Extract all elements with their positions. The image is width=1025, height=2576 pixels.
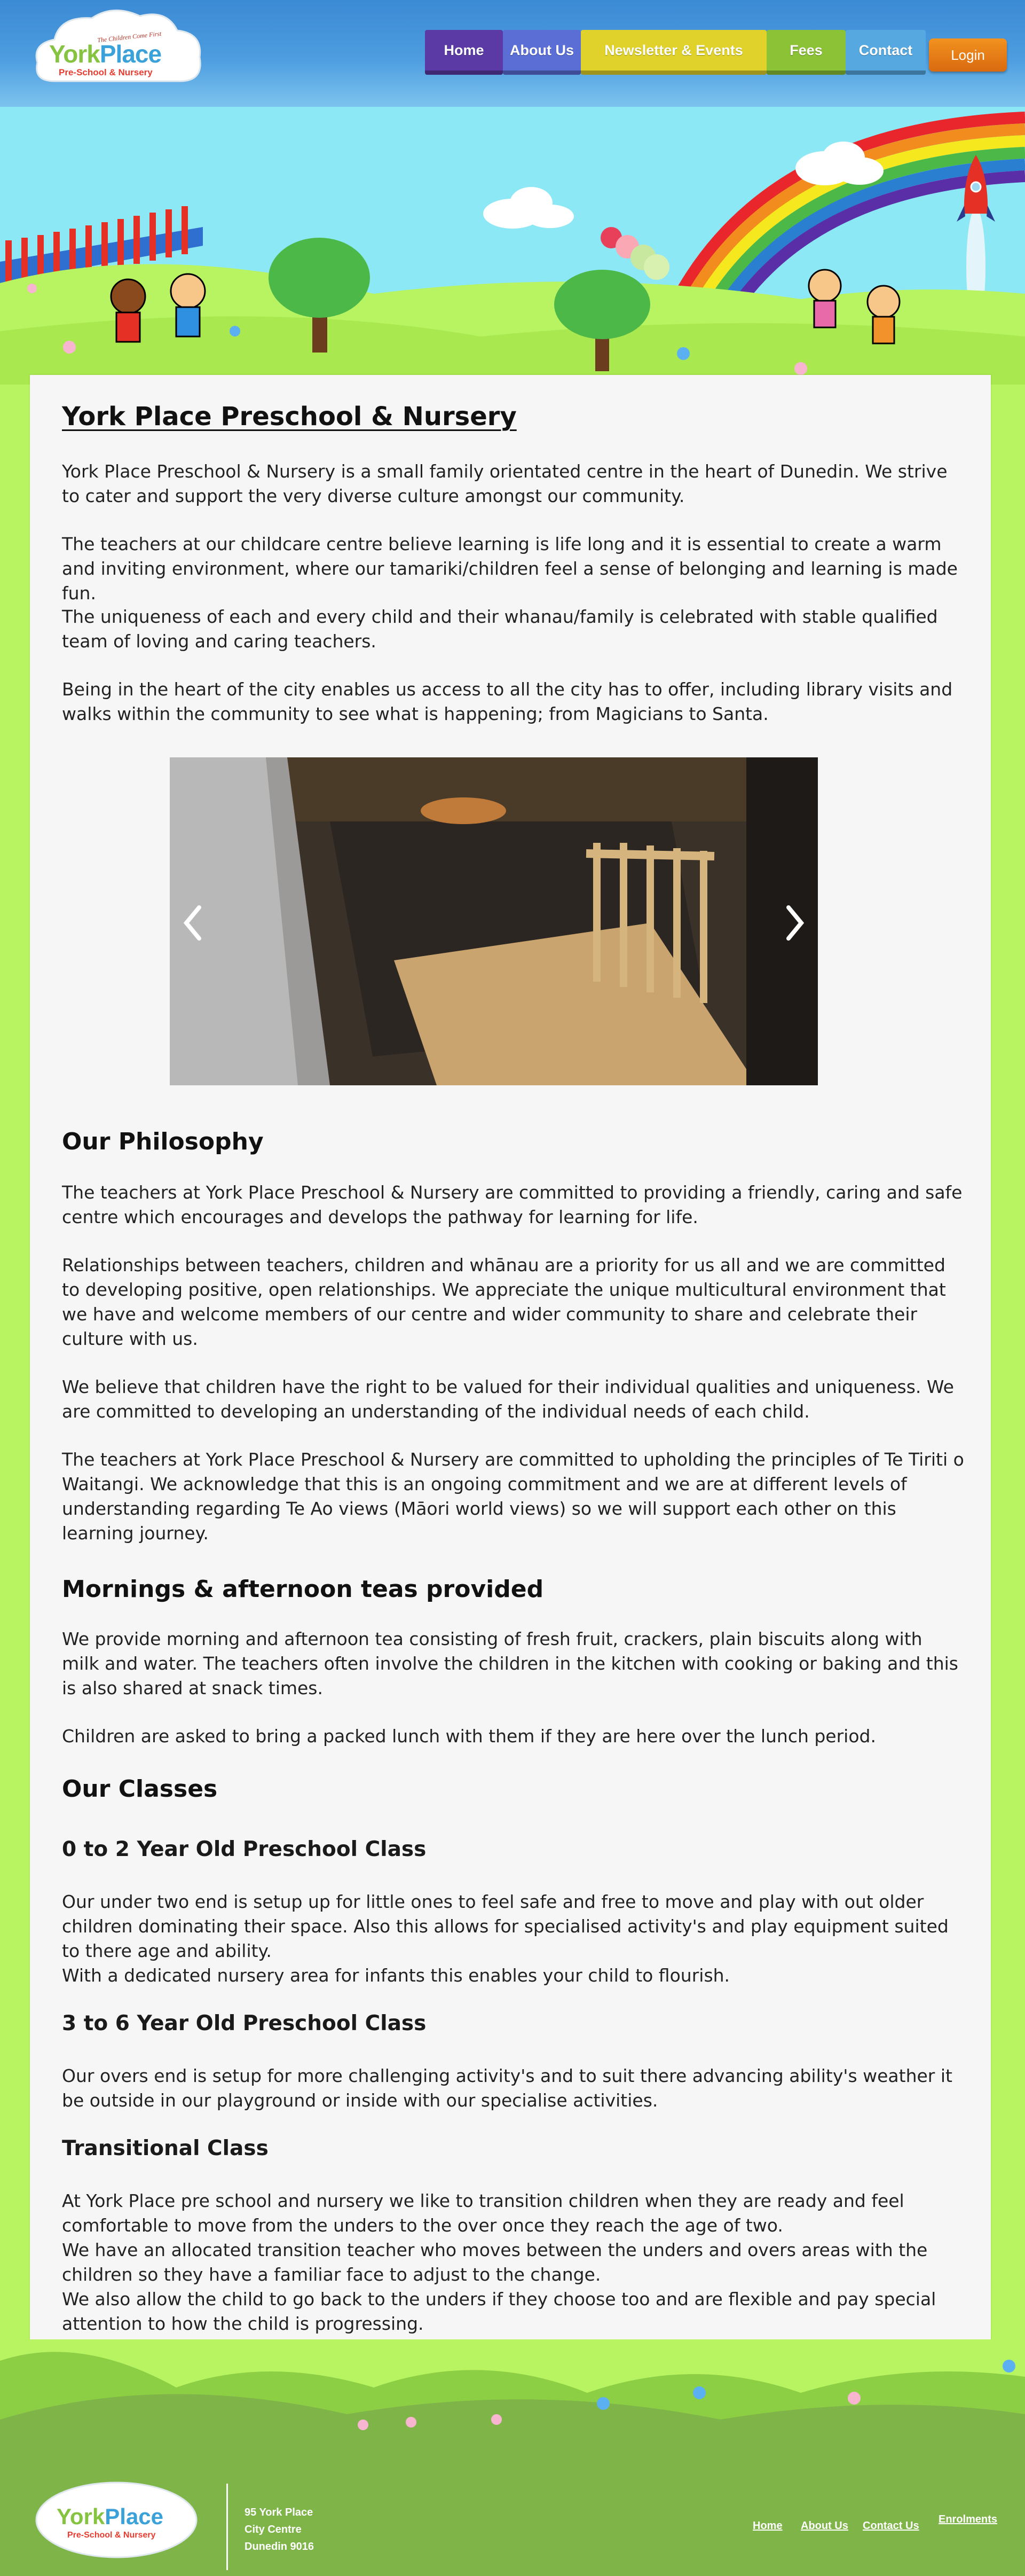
hero-banner: [0, 107, 1025, 385]
carousel-next-button[interactable]: [782, 902, 808, 944]
logo-name-place: Place: [99, 40, 162, 68]
address-line: 95 York Place: [245, 2507, 313, 2518]
logo-wordmark: YorkPlace: [49, 40, 162, 68]
overs-class-paragraph: Our overs end is setup for more challeng…: [62, 2065, 952, 2111]
footer-link-about-us[interactable]: About Us: [801, 2520, 848, 2532]
nav-about-us[interactable]: About Us: [503, 30, 581, 71]
teas-paragraph: We provide morning and afternoon tea con…: [62, 1628, 958, 1698]
teas-heading: Mornings & afternoon teas provided: [62, 1576, 544, 1603]
nav-home[interactable]: Home: [425, 30, 503, 71]
transitional-class-paragraph: We have an allocated transition teacher …: [62, 2240, 928, 2285]
site-logo[interactable]: The Children Come First YorkPlace Pre-Sc…: [33, 6, 204, 87]
image-carousel[interactable]: [170, 757, 818, 1085]
footer-link-home[interactable]: Home: [753, 2520, 783, 2532]
main-content: York Place Preschool & Nursery York Plac…: [30, 375, 991, 2362]
under-two-class-paragraph: Our under two end is setup up for little…: [62, 1891, 949, 1961]
footer-logo-subtitle: Pre-School & Nursery: [67, 2531, 156, 2540]
footer-logo-name-place: Place: [105, 2504, 164, 2529]
philosophy-paragraph: We believe that children have the right …: [62, 1376, 954, 1422]
under-two-class-heading: 0 to 2 Year Old Preschool Class: [62, 1837, 427, 1861]
footer-logo-name-york: York: [57, 2504, 105, 2529]
under-two-class-paragraph: With a dedicated nursery area for infant…: [62, 1965, 730, 1986]
intro-paragraph: The teachers at our childcare centre bel…: [62, 534, 958, 604]
footer-logo-wordmark: YorkPlace: [57, 2504, 163, 2530]
carousel-prev-button[interactable]: [179, 902, 206, 944]
footer-logo[interactable]: YorkPlace Pre-School & Nursery: [32, 2478, 201, 2558]
intro-paragraph: The uniqueness of each and every child a…: [62, 606, 938, 652]
transitional-class-paragraph: At York Place pre school and nursery we …: [62, 2190, 904, 2236]
playground-photo: [170, 757, 818, 1085]
philosophy-paragraph: The teachers at York Place Preschool & N…: [62, 1182, 963, 1227]
teas-paragraph: Children are asked to bring a packed lun…: [62, 1726, 876, 1747]
footer-link-contact-us[interactable]: Contact Us: [863, 2520, 919, 2532]
address-line: City Centre: [245, 2524, 302, 2535]
overs-class-heading: 3 to 6 Year Old Preschool Class: [62, 2011, 427, 2035]
chevron-right-icon: [786, 905, 805, 941]
page-title: York Place Preschool & Nursery: [62, 402, 517, 432]
intro-paragraph: York Place Preschool & Nursery is a smal…: [62, 461, 948, 506]
playground-illustration: [0, 107, 1025, 385]
philosophy-heading: Our Philosophy: [62, 1128, 264, 1155]
nav-contact[interactable]: Contact: [846, 30, 926, 71]
logo-subtitle: Pre-School & Nursery: [59, 67, 153, 77]
philosophy-paragraph: Relationships between teachers, children…: [62, 1255, 946, 1349]
footer-divider: [226, 2484, 228, 2570]
logo-name-york: York: [49, 40, 100, 68]
transitional-class-paragraph: We also allow the child to go back to th…: [62, 2289, 936, 2334]
nav-newsletter-events[interactable]: Newsletter & Events: [581, 30, 767, 71]
transitional-class-heading: Transitional Class: [62, 2136, 269, 2160]
footer-link-enrolments[interactable]: Enrolments: [939, 2514, 997, 2526]
intro-paragraph: Being in the heart of the city enables u…: [62, 679, 953, 724]
footer-address: 95 York Place City Centre Dunedin 9016: [245, 2504, 314, 2555]
chevron-left-icon: [183, 905, 201, 941]
site-header: The Children Come First YorkPlace Pre-Sc…: [0, 0, 1025, 107]
philosophy-paragraph: The teachers at York Place Preschool & N…: [62, 1449, 964, 1544]
classes-heading: Our Classes: [62, 1775, 218, 1803]
login-button[interactable]: Login: [929, 38, 1007, 72]
address-line: Dunedin 9016: [245, 2541, 314, 2552]
main-nav: Home About Us Newsletter & Events Fees C…: [425, 30, 926, 71]
nav-fees[interactable]: Fees: [767, 30, 846, 71]
